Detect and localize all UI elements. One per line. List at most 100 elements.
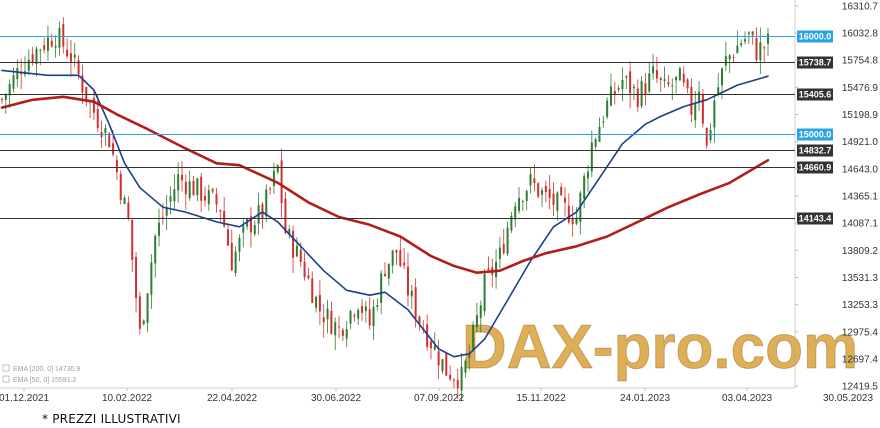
candle-body bbox=[219, 210, 222, 212]
candle-body bbox=[318, 295, 321, 312]
candle-body bbox=[387, 263, 390, 279]
candle-body bbox=[694, 102, 697, 121]
candle-body bbox=[567, 205, 570, 223]
candle-body bbox=[521, 201, 524, 203]
y-tick-label: 13809.2 bbox=[842, 246, 879, 257]
candle-body bbox=[537, 183, 540, 197]
candle-body bbox=[135, 257, 138, 299]
candle-body bbox=[632, 86, 635, 89]
candle-body bbox=[713, 100, 716, 128]
candle-body bbox=[299, 249, 302, 262]
legend-entry: EMA [200, 0] 14730.9 bbox=[13, 366, 80, 373]
candle-body bbox=[475, 315, 478, 328]
candle-body bbox=[66, 49, 69, 57]
candle-body bbox=[92, 98, 95, 113]
candle-body bbox=[311, 278, 314, 303]
candle-body bbox=[763, 47, 766, 49]
candle-body bbox=[640, 80, 643, 107]
candle-body bbox=[586, 171, 589, 179]
candle-body bbox=[230, 242, 233, 271]
candle-body bbox=[529, 174, 532, 186]
candle-body bbox=[226, 229, 229, 246]
candle-body bbox=[146, 293, 149, 323]
candle-body bbox=[242, 225, 245, 233]
y-tick-label: 14087.1 bbox=[842, 219, 879, 230]
candle-body bbox=[276, 165, 279, 173]
y-tick-label: 14643.0 bbox=[842, 164, 879, 175]
candle-body bbox=[479, 305, 482, 319]
candle-body bbox=[740, 43, 743, 46]
candle-body bbox=[663, 79, 666, 82]
candle-body bbox=[177, 174, 180, 191]
candle-body bbox=[43, 45, 46, 50]
candle-body bbox=[655, 69, 658, 79]
candle-body bbox=[115, 159, 118, 173]
candle-body bbox=[583, 176, 586, 199]
candle-body bbox=[142, 320, 145, 325]
candle-body bbox=[445, 353, 448, 376]
candle-body bbox=[8, 83, 11, 96]
candle-body bbox=[234, 251, 237, 274]
candle-body bbox=[334, 322, 337, 336]
candle-body bbox=[211, 189, 214, 192]
candle-body bbox=[410, 290, 413, 297]
candle-body bbox=[403, 262, 406, 266]
candle-body bbox=[602, 121, 605, 123]
candle-body bbox=[280, 160, 283, 204]
candle-body bbox=[12, 75, 15, 89]
x-tick-label: 03.04.2023 bbox=[722, 393, 772, 404]
candle-body bbox=[173, 189, 176, 202]
candle-body bbox=[644, 83, 647, 95]
candle-body bbox=[525, 190, 528, 201]
candle-body bbox=[54, 45, 57, 48]
candle-body bbox=[357, 309, 360, 319]
candle-body bbox=[629, 71, 632, 94]
y-tick-label: 13253.3 bbox=[842, 300, 879, 311]
footnote: * PREZZI ILLUSTRATIVI bbox=[42, 412, 181, 426]
candle-body bbox=[767, 33, 769, 44]
candle-body bbox=[330, 311, 333, 334]
candle-body bbox=[506, 227, 509, 254]
candle-body bbox=[1, 99, 3, 101]
y-tick-label: 16032.8 bbox=[842, 29, 879, 40]
candle-body bbox=[449, 374, 452, 380]
candle-body bbox=[399, 250, 402, 267]
candle-body bbox=[609, 86, 612, 106]
candle-body bbox=[50, 40, 53, 47]
level-label: 14832.7 bbox=[799, 146, 832, 156]
candle-body bbox=[69, 53, 72, 62]
candle-body bbox=[659, 78, 662, 80]
candle-body bbox=[391, 250, 394, 266]
candle-body bbox=[372, 306, 375, 327]
candle-body bbox=[73, 54, 76, 58]
candle-body bbox=[62, 24, 65, 47]
candle-body bbox=[108, 133, 111, 148]
candle-body bbox=[112, 143, 115, 155]
candle-body bbox=[368, 309, 371, 326]
candle-body bbox=[384, 273, 386, 276]
y-tick-label: 12975.4 bbox=[842, 327, 879, 338]
candle-body bbox=[272, 170, 275, 186]
y-tick-label: 12697.4 bbox=[842, 354, 879, 365]
candle-body bbox=[104, 127, 107, 133]
candle-body bbox=[203, 195, 206, 201]
candle-body bbox=[284, 198, 287, 233]
candle-body bbox=[755, 38, 758, 61]
candle-body bbox=[215, 194, 218, 205]
candle-body bbox=[338, 326, 341, 328]
x-tick-label: 22.04.2022 bbox=[207, 393, 257, 404]
candle-body bbox=[625, 76, 628, 78]
candle-body bbox=[429, 341, 432, 349]
candle-body bbox=[131, 219, 134, 260]
candle-body bbox=[326, 308, 329, 320]
y-tick-label: 15198.9 bbox=[842, 110, 879, 121]
candle-body bbox=[594, 139, 597, 147]
candle-body bbox=[701, 94, 704, 124]
candle-body bbox=[269, 188, 272, 190]
candle-body bbox=[560, 186, 563, 196]
candle-body bbox=[721, 68, 724, 86]
candle-body bbox=[395, 249, 398, 253]
candle-body bbox=[39, 49, 42, 51]
y-tick-label: 12419.5 bbox=[842, 382, 879, 393]
candle-body bbox=[736, 45, 739, 54]
